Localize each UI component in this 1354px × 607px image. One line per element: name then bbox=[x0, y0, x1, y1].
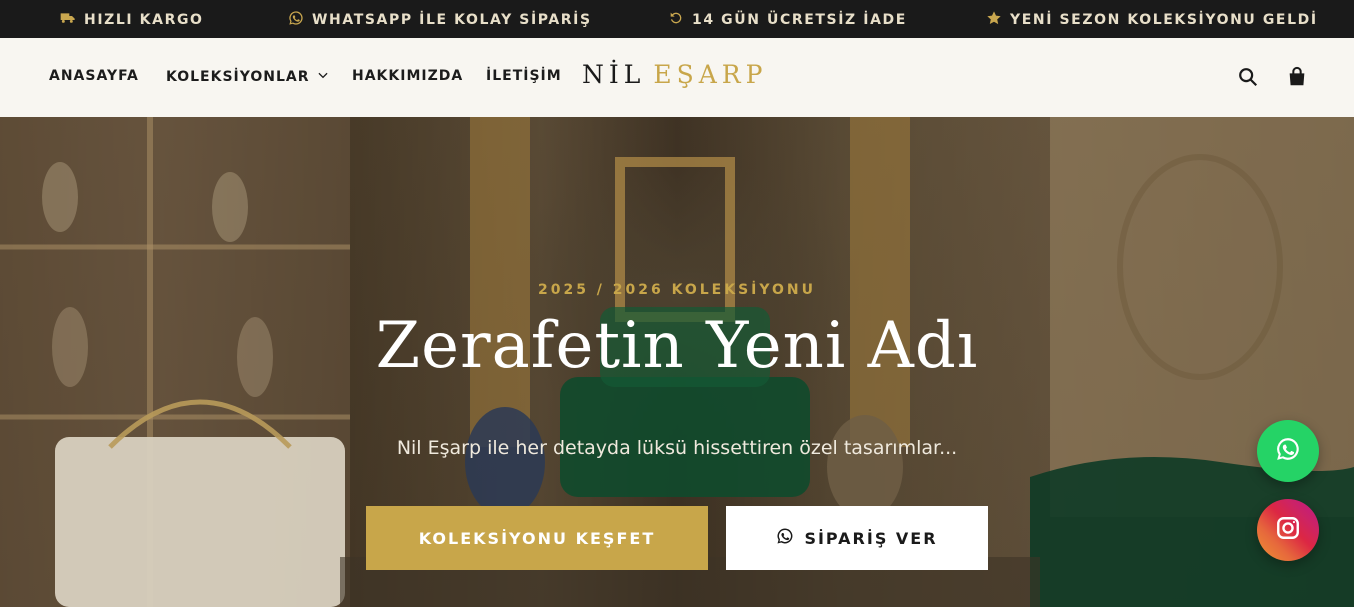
brand-logo[interactable]: NİL EŞARP bbox=[582, 60, 767, 89]
announcement-text: YENİ SEZON KOLEKSİYONU GELDİ bbox=[1010, 12, 1318, 28]
announcement-item: YENİ SEZON KOLEKSİYONU GELDİ bbox=[986, 10, 1318, 30]
nav-link-anasayfa[interactable]: ANASAYFA bbox=[49, 68, 139, 84]
nav-link-label: KOLEKSİYONLAR bbox=[166, 69, 310, 85]
main-navigation: ANASAYFA KOLEKSİYONLAR HAKKIMIZDA İLETİŞ… bbox=[0, 38, 1354, 117]
nav-link-koleksiyonlar[interactable]: KOLEKSİYONLAR bbox=[166, 68, 330, 86]
chevron-down-icon bbox=[316, 68, 330, 86]
announcement-item: HIZLI KARGO bbox=[60, 10, 204, 30]
instagram-float-button[interactable] bbox=[1257, 499, 1319, 561]
nav-link-label: İLETİŞİM bbox=[486, 68, 562, 84]
hero-title: Zerafetin Yeni Adı bbox=[375, 309, 979, 383]
button-label: KOLEKSİYONU KEŞFET bbox=[418, 528, 656, 548]
shopping-bag-icon[interactable] bbox=[1284, 64, 1310, 90]
announcement-item: WHATSAPP İLE KOLAY SİPARİŞ bbox=[288, 10, 592, 30]
nav-link-label: HAKKIMIZDA bbox=[352, 68, 464, 84]
announcement-text: WHATSAPP İLE KOLAY SİPARİŞ bbox=[312, 12, 592, 28]
logo-part-1: NİL bbox=[582, 60, 646, 89]
logo-part-2: EŞARP bbox=[653, 60, 768, 89]
whatsapp-float-button[interactable] bbox=[1257, 420, 1319, 482]
whatsapp-icon bbox=[1275, 436, 1301, 466]
button-label: SİPARİŞ VER bbox=[804, 528, 938, 548]
announcement-item: 14 GÜN ÜCRETSİZ İADE bbox=[668, 10, 907, 30]
nav-link-label: ANASAYFA bbox=[49, 68, 139, 84]
whatsapp-icon bbox=[776, 527, 794, 549]
announcement-text: 14 GÜN ÜCRETSİZ İADE bbox=[692, 12, 907, 28]
announcement-text: HIZLI KARGO bbox=[84, 12, 204, 28]
hero-banner: 2025 / 2026 KOLEKSİYONU Zerafetin Yeni A… bbox=[0, 117, 1354, 607]
return-icon bbox=[668, 10, 684, 30]
announcement-bar: HIZLI KARGO WHATSAPP İLE KOLAY SİPARİŞ 1… bbox=[0, 0, 1354, 38]
whatsapp-icon bbox=[288, 10, 304, 30]
explore-collection-button[interactable]: KOLEKSİYONU KEŞFET bbox=[366, 506, 708, 570]
order-button[interactable]: SİPARİŞ VER bbox=[726, 506, 988, 570]
truck-icon bbox=[60, 10, 76, 30]
search-icon[interactable] bbox=[1235, 64, 1261, 90]
instagram-icon bbox=[1275, 515, 1301, 545]
hero-description: Nil Eşarp ile her detayda lüksü hissetti… bbox=[396, 437, 958, 459]
star-icon bbox=[986, 10, 1002, 30]
nav-link-iletisim[interactable]: İLETİŞİM bbox=[486, 68, 562, 84]
nav-link-hakkimizda[interactable]: HAKKIMIZDA bbox=[352, 68, 463, 84]
hero-subtitle: 2025 / 2026 KOLEKSİYONU bbox=[537, 282, 817, 298]
